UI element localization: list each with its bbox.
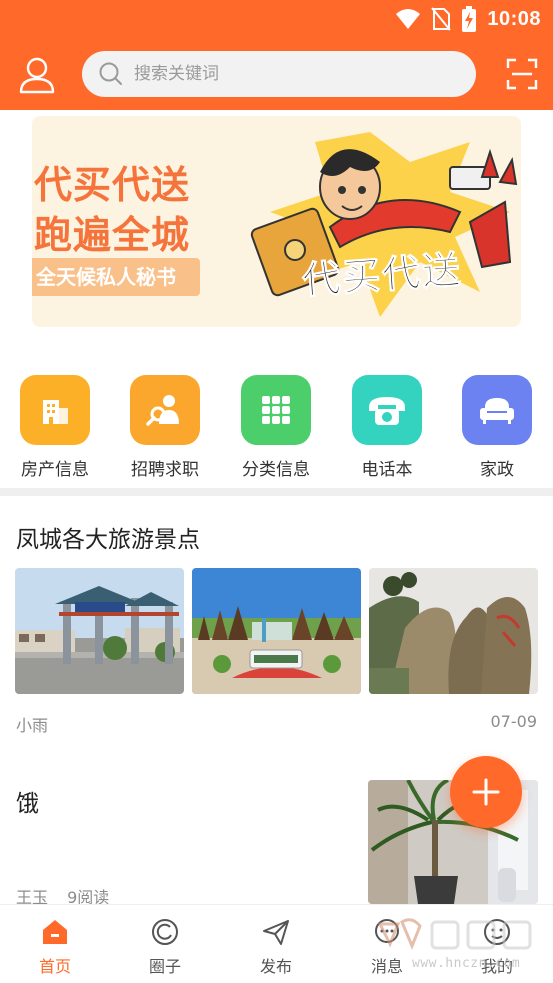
category-label: 电话本	[361, 460, 413, 480]
tab-circle[interactable]: 圈子	[110, 917, 220, 977]
watermark-text: www.hnczn.com	[412, 956, 521, 971]
post-title[interactable]: 凤城各大旅游景点	[16, 520, 200, 554]
banner-headline-2: 跑遍全城	[34, 213, 191, 257]
category-label: 招聘求职	[131, 460, 199, 480]
category-label: 房产信息	[21, 460, 89, 480]
promo-banner[interactable]: 代买代送 跑遍全城 全天候私人秘书 代买代送	[32, 116, 521, 327]
category-classifieds[interactable]: 分类信息	[221, 372, 331, 480]
tab-label: 首页	[38, 957, 71, 976]
plus-icon	[472, 778, 500, 806]
recruit-icon	[130, 375, 200, 445]
add-post-button[interactable]	[450, 756, 522, 828]
scenic-gate-image[interactable]	[15, 568, 184, 694]
search-bar[interactable]	[82, 51, 476, 97]
scan-icon[interactable]	[506, 58, 538, 90]
category-phonebook[interactable]: 电话本	[332, 372, 442, 480]
no-sim-icon	[431, 7, 452, 31]
section-divider	[0, 488, 553, 496]
post-author: 小雨	[16, 716, 49, 735]
tab-publish[interactable]: 发布	[221, 917, 331, 977]
category-housekeeping[interactable]: 家政	[442, 372, 552, 480]
wifi-icon	[396, 9, 421, 29]
category-real-estate[interactable]: 房产信息	[0, 372, 110, 480]
banner-tagline: 全天候私人秘书	[32, 258, 200, 296]
user-profile-icon[interactable]	[18, 56, 56, 94]
sofa-icon	[462, 375, 532, 445]
app-header: 10:08	[0, 0, 553, 110]
category-jobs[interactable]: 招聘求职	[110, 372, 220, 480]
banner-art-title: 代买代送	[300, 247, 464, 303]
send-icon	[263, 920, 289, 945]
category-label: 分类信息	[242, 460, 310, 480]
circle-icon	[152, 919, 178, 945]
post-date: 07-09	[490, 712, 538, 731]
tab-label: 圈子	[148, 957, 181, 976]
post-title[interactable]: 饿	[16, 784, 39, 818]
status-time: 10:08	[487, 7, 541, 30]
status-bar: 10:08	[0, 0, 553, 38]
building-icon	[20, 375, 90, 445]
tab-home[interactable]: 首页	[0, 917, 110, 977]
scenic-rock-image[interactable]	[369, 568, 538, 694]
search-input[interactable]	[134, 64, 454, 84]
phone-icon	[352, 375, 422, 445]
home-icon	[43, 920, 67, 944]
grid-icon	[241, 375, 311, 445]
battery-charging-icon	[462, 6, 477, 32]
banner-headline-1: 代买代送	[34, 163, 191, 207]
search-icon	[99, 62, 122, 85]
scenic-park-image[interactable]	[192, 568, 361, 694]
status-icons: 10:08	[395, 6, 541, 32]
category-grid: 房产信息 招聘求职 分类信息 电话本 家政	[0, 372, 553, 482]
category-label: 家政	[480, 460, 514, 480]
tab-label: 发布	[259, 957, 292, 976]
